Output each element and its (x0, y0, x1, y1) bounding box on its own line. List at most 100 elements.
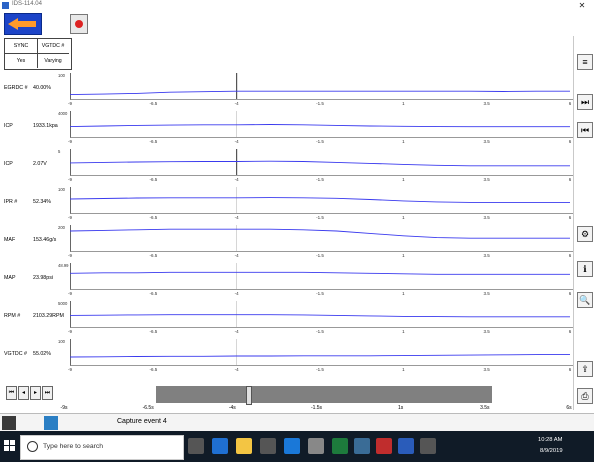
signal-value: 153.46g/s (33, 237, 57, 243)
export-icon[interactable]: ⇪ (577, 361, 593, 377)
x-tick-label: -6.5 (149, 367, 158, 372)
series-line (70, 90, 570, 96)
x-tick-label: -9 (67, 367, 73, 372)
signal-plot (70, 225, 570, 251)
y-axis-max: 4000 (58, 111, 68, 116)
y-axis-max: 200 (58, 225, 65, 230)
taskbar-search[interactable]: Type here to search (20, 435, 184, 460)
signal-value: 40.00% (33, 85, 51, 91)
search-icon (27, 441, 38, 452)
time-tick-label: -4s (228, 405, 236, 411)
app-icon-b[interactable] (308, 438, 324, 454)
clock-date: 8/9/2019 (540, 448, 563, 454)
x-tick-label: -6.5 (149, 101, 158, 106)
x-tick-label: -1.5 (316, 177, 324, 182)
windows-logo[interactable] (4, 440, 16, 452)
signal-panel: ICP 2.07V 5 -9 -6.5 -4 -1.5 1 3.5 6 (0, 149, 573, 189)
skip-end-icon[interactable]: ⏭ (577, 94, 593, 110)
x-tick-label: 1 (402, 215, 405, 220)
signal-panel: RPM # 2103.29RPM 5000 -9 -6.5 -4 -1.5 1 3.5 6 (0, 301, 573, 341)
x-tick-label: -4 (234, 291, 239, 296)
signal-plot (70, 149, 570, 175)
signal-plot (70, 263, 570, 289)
x-tick-label: 3.5 (483, 215, 490, 220)
x-tick-label: -1.5 (316, 367, 324, 372)
menu-icon[interactable]: ≡ (577, 54, 593, 70)
cb-icon[interactable] (354, 438, 370, 454)
x-tick-label: -1.5 (316, 253, 324, 258)
x-tick-label: 1 (402, 367, 405, 372)
store-icon[interactable] (260, 438, 276, 454)
last-frame-button[interactable]: ⏭ (42, 386, 53, 400)
ids-icon[interactable] (420, 438, 436, 454)
x-tick-label: 6 (568, 215, 572, 220)
x-tick-label: 1 (402, 139, 405, 144)
signal-label: MAP (4, 275, 16, 281)
edge-icon[interactable] (212, 438, 228, 454)
y-axis-max: 5 (58, 149, 61, 154)
excel-icon[interactable] (332, 438, 348, 454)
info-icon[interactable]: ℹ (577, 261, 593, 277)
signal-value: 52.34% (33, 199, 51, 205)
signal-label: RPM # (4, 313, 21, 319)
next-frame-button[interactable]: ▸ (30, 386, 41, 400)
x-tick-label: 1 (402, 101, 405, 106)
status-text: Capture event 4 (117, 418, 167, 425)
signal-value: 2.07V (33, 161, 47, 167)
print-icon[interactable]: ⎙ (577, 388, 593, 404)
time-tick-label: -9s (60, 405, 68, 411)
signal-value: 55.02% (33, 351, 51, 357)
x-tick-label: -4 (234, 367, 239, 372)
signal-label: ICP (4, 161, 13, 167)
signal-label: IPR # (4, 199, 18, 205)
x-tick-label: -9 (67, 291, 73, 296)
x-tick-label: -6.5 (149, 253, 158, 258)
signal-label: EGRDC # (4, 85, 28, 91)
record-icon[interactable] (70, 14, 88, 34)
prev-frame-button[interactable]: ◂ (18, 386, 29, 400)
x-tick-label: 6 (568, 139, 572, 144)
close-icon[interactable]: ✕ (574, 0, 590, 11)
skip-start-icon[interactable]: ⏮ (577, 122, 593, 138)
x-tick-label: 6 (568, 291, 572, 296)
x-tick-label: -4 (234, 139, 239, 144)
signal-plot (70, 73, 570, 99)
x-tick-label: -4 (234, 101, 239, 106)
x-tick-label: -4 (234, 329, 239, 334)
x-tick-label: -9 (67, 177, 73, 182)
task-view-icon[interactable] (188, 438, 204, 454)
config-icon[interactable]: ⚙ (577, 226, 593, 242)
sync-header: SYNC (5, 39, 38, 54)
time-axis: -9s -6.5s -4s -1.5s 1s 3.5s 6s (0, 403, 573, 413)
back-button[interactable] (4, 13, 42, 35)
folder-icon[interactable] (236, 438, 252, 454)
word-icon[interactable] (398, 438, 414, 454)
x-tick-label: -4 (234, 177, 239, 182)
x-tick-label: -9 (67, 215, 73, 220)
x-tick-label: -1.5 (316, 291, 324, 296)
time-tick-label: 6s (566, 405, 572, 411)
x-tick-label: 3.5 (483, 139, 490, 144)
x-tick-label: -6.5 (149, 139, 158, 144)
zoom-icon[interactable]: 🔍 (577, 292, 593, 308)
chrome-icon[interactable] (376, 438, 392, 454)
time-tick-label: -6.5s (142, 405, 154, 411)
first-frame-button[interactable]: ⏮ (6, 386, 17, 400)
x-tick-label: -6.5 (149, 177, 158, 182)
signal-panel: MAF 153.46g/s 200 -9 -6.5 -4 -1.5 1 3.5 6 (0, 225, 573, 265)
time-tick-label: 1s (398, 405, 404, 411)
right-sidebar: ≡ ⏭ ⏮ ⚙ ℹ 🔍 ⇪ ⎙ (573, 36, 594, 410)
vgtdc-value: Varying (44, 58, 62, 64)
back-icon (8, 18, 18, 30)
x-tick-label: -1.5 (316, 329, 324, 334)
mail-icon[interactable] (284, 438, 300, 454)
x-tick-label: -9 (67, 101, 73, 106)
x-tick-label: 3.5 (483, 329, 490, 334)
clock-time: 10:28 AM (538, 437, 563, 443)
x-tick-label: -9 (67, 253, 73, 258)
sync-value: Yes (5, 54, 38, 68)
x-tick-label: -6.5 (149, 291, 158, 296)
signal-label: MAF (4, 237, 16, 243)
app-icon (2, 2, 9, 9)
timeline-scrollbar[interactable] (156, 386, 492, 403)
